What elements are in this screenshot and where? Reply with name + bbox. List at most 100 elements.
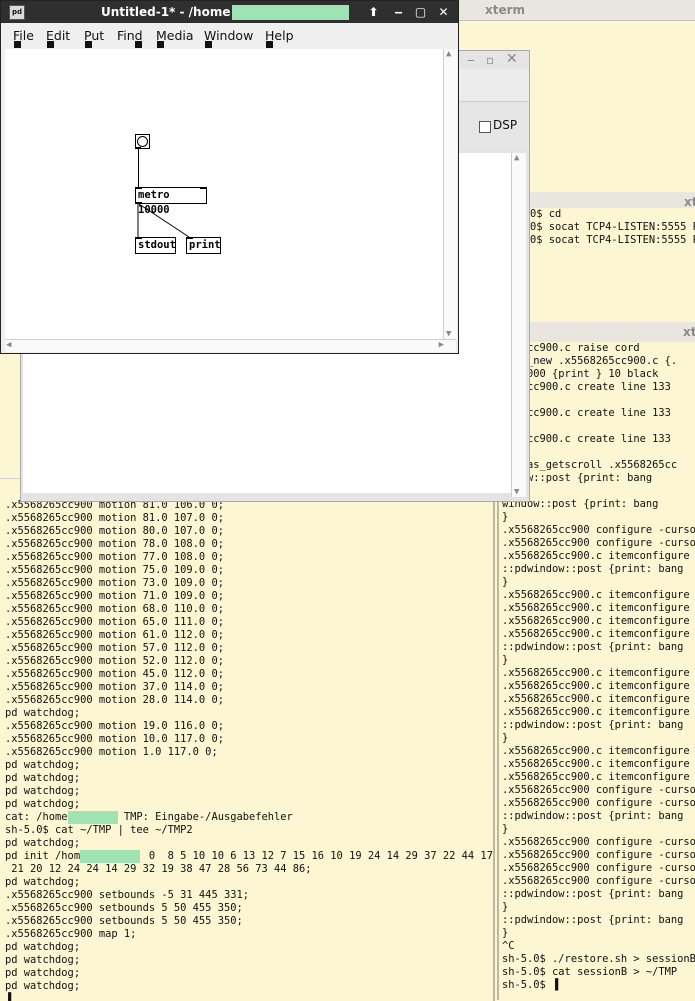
terminal-line: .x5568265cc900 configure -cursor	[502, 524, 695, 536]
terminal-line: .x5568265cc900 map 1;	[5, 928, 137, 940]
scroll-left-icon[interactable]: ◀	[6, 340, 11, 350]
print-inlet[interactable]	[186, 237, 193, 239]
terminal-line: 8265cc900.c raise cord	[502, 342, 640, 354]
stdout-inlet[interactable]	[135, 237, 142, 239]
terminal-line: 8265cc900.c create line 133	[502, 433, 671, 445]
terminal-line: .x5568265cc900 configure -cursor	[502, 862, 695, 874]
dsp-label: DSP	[493, 118, 518, 132]
terminal-line: .000000 {print } 10 black	[502, 368, 659, 380]
terminal-line: ::pdwindow::post {print: bang	[502, 641, 684, 653]
close-icon[interactable]: ✕	[435, 4, 452, 20]
terminal-line: .x5568265cc900 motion 81.0 107.0 0;	[5, 512, 224, 524]
terminal-line: .x5568265cc900 motion 71.0 109.0 0;	[5, 590, 224, 602]
terminal-line: window::post {print: bang	[502, 498, 659, 510]
terminal-line: }	[502, 901, 509, 913]
maximize-icon[interactable]: ▢	[412, 4, 429, 20]
tearoff-marker	[135, 41, 142, 48]
minimize-icon[interactable]: ‒	[467, 53, 481, 67]
terminal-line: .x5568265cc900 motion 19.0 116.0 0;	[5, 720, 224, 732]
terminal-line: .x5568265cc900 setbounds 5 50 455 350;	[5, 902, 243, 914]
xterm-left-terminal[interactable]: .x5568265cc900 motion 81.0 106.0 0; .x556…	[0, 478, 495, 1001]
terminal-line: }	[502, 576, 509, 588]
terminal-line: }	[502, 654, 509, 666]
scroll-down-icon[interactable]: ▼	[514, 487, 519, 497]
terminal-line: .x5568265cc900 configure -cursor	[502, 849, 695, 861]
tearoff-marker	[85, 41, 92, 48]
terminal-line: pd watchdog;	[5, 954, 81, 966]
minimize-icon[interactable]: ‒	[390, 4, 407, 20]
terminal-line: .x5568265cc900.c itemconfigure 55	[502, 745, 695, 757]
scroll-down-icon[interactable]: ▼	[446, 329, 451, 339]
terminal-line: pd watchdog;	[5, 798, 81, 810]
tearoff-marker	[157, 41, 164, 48]
stdout-label: stdout	[138, 239, 176, 251]
terminal-line: .x5568265cc900.c itemconfigure 55	[502, 667, 695, 679]
terminal-line: .x5568265cc900.c itemconfigure 55	[502, 680, 695, 692]
pd-console-scrollbar[interactable]: ▲ ▼	[511, 153, 526, 497]
terminal-line: .x5568265cc900 motion 52.0 112.0 0;	[5, 655, 224, 667]
terminal-line: 21 20 12 24 24 14 29 32 19 38 47 28 56 7…	[5, 863, 312, 875]
terminal-line: pd watchdog;	[5, 980, 81, 992]
patch-horizontal-scrollbar[interactable]: ◀ ▶	[5, 339, 456, 352]
terminal-line: pd watchdog;	[5, 837, 81, 849]
terminal-line: .x5568265cc900.c itemconfigure 55	[502, 615, 695, 627]
xterm-titlebar[interactable]: xterm	[455, 0, 695, 21]
terminal-line: sh-5.0$ cat ~/TMP | tee ~/TMP2	[5, 824, 193, 836]
stdout-object[interactable]: stdout	[135, 237, 176, 254]
terminal-line: sh-5.0$ cat sessionB > ~/TMP	[502, 966, 678, 978]
xterm-left-output: .x5568265cc900 motion 81.0 106.0 0; .x556…	[0, 479, 493, 1001]
terminal-line: pd watchdog;	[5, 759, 81, 771]
terminal-line: .x5568265cc900.c itemconfigure 55	[502, 602, 695, 614]
scroll-up-icon[interactable]: ▲	[446, 49, 451, 59]
terminal-line: 0$ cd	[530, 208, 562, 220]
patch-canvas[interactable]: metro 10000 stdout print	[5, 49, 443, 339]
dsp-checkbox[interactable]	[479, 121, 491, 133]
terminal-line: .x5568265cc900.c itemconfigure 55	[502, 706, 695, 718]
terminal-line: .x5568265cc900 motion 37.0 114.0 0;	[5, 681, 224, 693]
terminal-line: .x5568265cc900 motion 73.0 109.0 0;	[5, 577, 224, 589]
terminal-line: .x5568265cc900.c itemconfigure 55	[502, 693, 695, 705]
terminal-line: }	[502, 927, 509, 939]
maximize-icon[interactable]: ▫	[486, 53, 500, 67]
tearoff-marker	[47, 41, 54, 48]
terminal-line: 0$ socat TCP4-LISTEN:5555 PT	[530, 221, 695, 233]
terminal-line: .x5568265cc900 setbounds 5 50 455 350;	[5, 915, 243, 927]
terminal-line: indow::post {print: bang	[502, 472, 653, 484]
terminal-line: .x5568265cc900 motion 68.0 110.0 0;	[5, 603, 224, 615]
close-icon[interactable]: ✕	[506, 51, 520, 67]
terminal-line: .x5568265cc900 motion 61.0 112.0 0;	[5, 629, 224, 641]
pd-app-icon: pd	[9, 5, 25, 20]
terminal-line: .x5568265cc900 motion 57.0 112.0 0;	[5, 642, 224, 654]
redaction-block	[80, 850, 140, 863]
tearoff-marker	[14, 41, 21, 48]
terminal-line: ::pdwindow::post {print: bang	[502, 914, 684, 926]
tearoff-marker	[266, 41, 273, 48]
terminal-line: 8265cc900.c create line 133	[502, 381, 671, 393]
terminal-line: pd watchdog;	[5, 772, 81, 784]
terminal-line: .x5568265cc900 motion 65.0 111.0 0;	[5, 616, 224, 628]
patch-window[interactable]: pd Untitled-1* - /home ⬆ ‒ ▢ ✕ File Edit…	[0, 0, 459, 354]
xterm-title: xterm	[485, 3, 526, 17]
print-object[interactable]: print	[186, 237, 221, 254]
terminal-line: ::pdwindow::post {print: bang	[502, 563, 684, 575]
scroll-right-icon[interactable]: ▶	[439, 340, 444, 350]
scroll-up-icon[interactable]: ▲	[514, 153, 519, 163]
xterm-right-title: xt	[683, 325, 695, 339]
patch-titlebar[interactable]: pd Untitled-1* - /home ⬆ ‒ ▢ ✕	[1, 1, 458, 23]
terminal-line: }	[502, 732, 509, 744]
terminal-line: pd watchdog;	[5, 967, 81, 979]
patch-vertical-scrollbar[interactable]: ▲ ▼	[443, 49, 457, 339]
terminal-line: }	[502, 511, 509, 523]
terminal-line: .x5568265cc900.c itemconfigure 55	[502, 771, 695, 783]
patch-menubar: File Edit Put Find Media Window Help	[1, 23, 458, 49]
terminal-line: .x5568265cc900.c itemconfigure 55	[502, 758, 695, 770]
redaction-block	[232, 5, 349, 20]
terminal-line: ^C	[502, 940, 515, 952]
terminal-line: .x5568265cc900 motion 28.0 114.0 0;	[5, 694, 224, 706]
shade-icon[interactable]: ⬆	[365, 4, 382, 20]
terminal-line: .x5568265cc900 configure -cursor	[502, 797, 695, 809]
terminal-line: .x5568265cc900 setbounds -5 31 445 331;	[5, 889, 249, 901]
cord-to-print	[138, 203, 190, 238]
terminal-line: .x5568265cc900 motion 45.0 112.0 0;	[5, 668, 224, 680]
terminal-line: .x5568265cc900 motion 77.0 108.0 0;	[5, 551, 224, 563]
